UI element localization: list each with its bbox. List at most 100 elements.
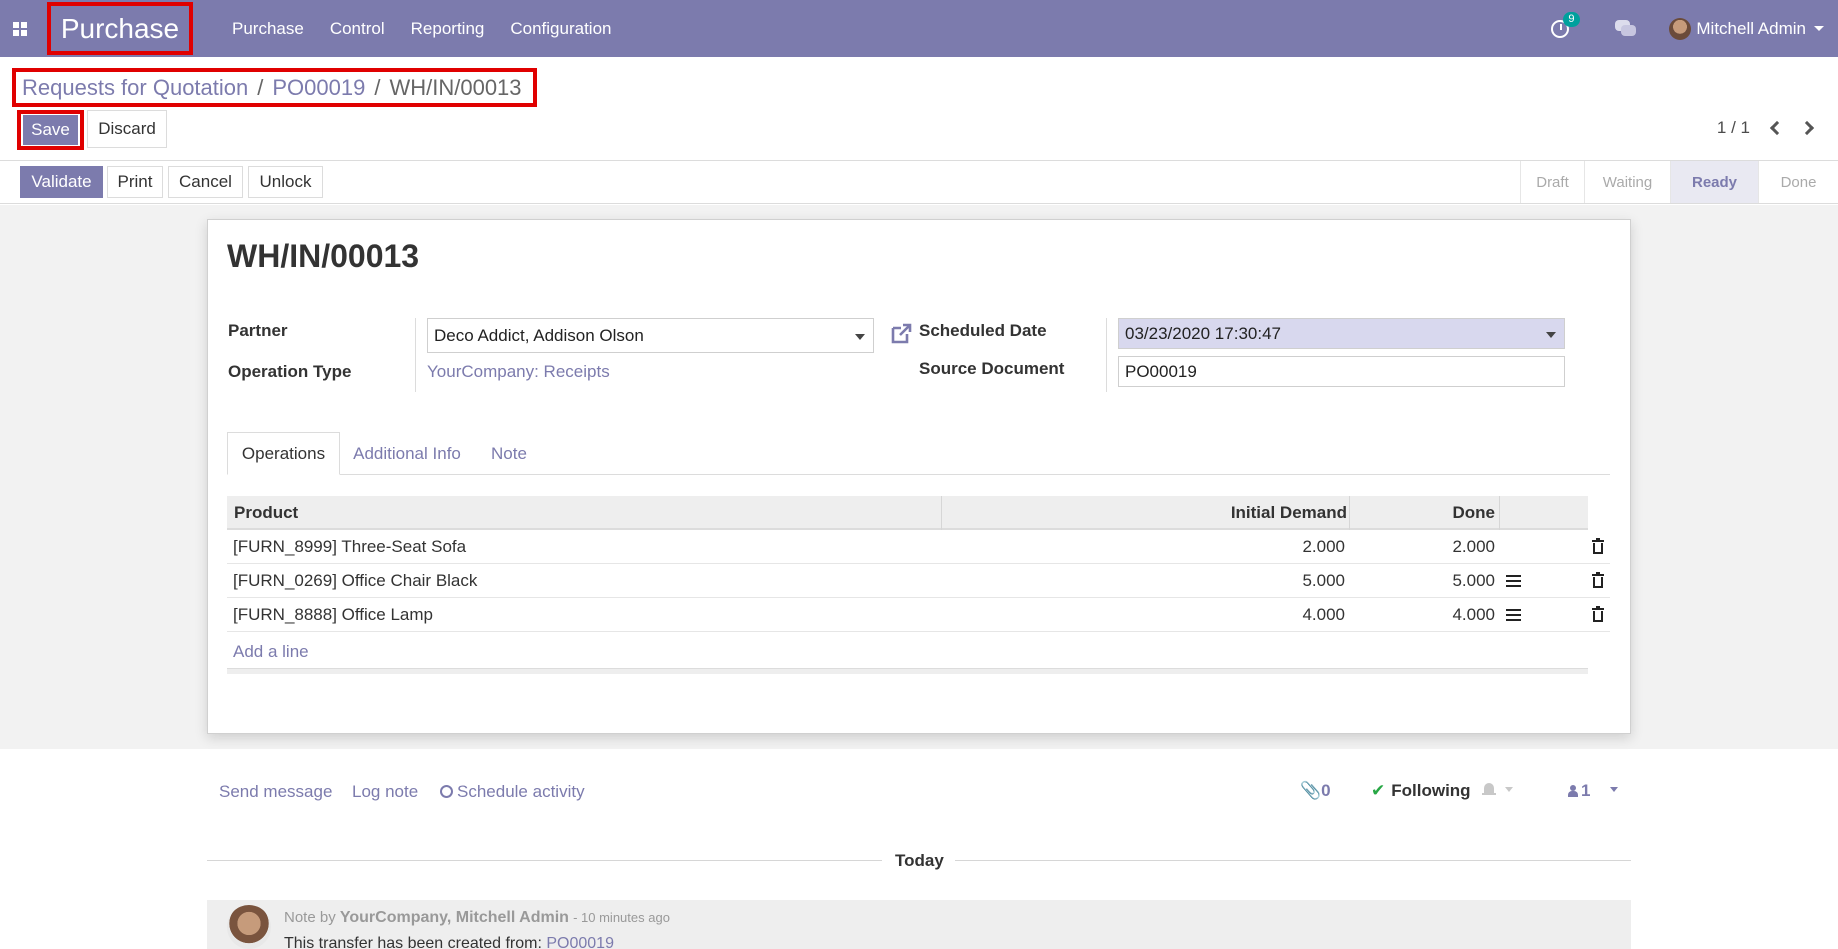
chevron-down-icon[interactable] <box>1610 787 1618 792</box>
row-initial-demand: 2.000 <box>1302 537 1345 556</box>
send-message-button[interactable]: Send message <box>219 782 332 802</box>
avatar <box>1669 17 1692 40</box>
breadcrumb-current: WH/IN/00013 <box>389 74 522 100</box>
message-header: Note by YourCompany, Mitchell Admin - 10… <box>284 909 670 927</box>
operations-table: Product Initial Demand Done [FURN_8999] … <box>227 496 1610 632</box>
source-document-input[interactable]: PO00019 <box>1118 356 1565 387</box>
caret-down-icon <box>855 333 865 340</box>
menu-configuration[interactable]: Configuration <box>510 19 611 39</box>
stage-draft[interactable]: Draft <box>1520 161 1584 203</box>
divider <box>1106 318 1107 392</box>
divider <box>955 860 1631 861</box>
breadcrumb-rfq[interactable]: Requests for Quotation <box>22 75 248 101</box>
schedule-activity-button[interactable]: Schedule activity <box>440 782 585 802</box>
table-row[interactable]: [FURN_8999] Three-Seat Sofa 2.000 2.000 <box>227 530 1610 564</box>
detailed-operations-icon[interactable] <box>1506 609 1521 621</box>
validate-button[interactable]: Validate <box>20 166 103 198</box>
apps-menu-icon[interactable] <box>0 0 40 57</box>
menu-reporting[interactable]: Reporting <box>411 19 485 39</box>
stage-done[interactable]: Done <box>1758 161 1838 203</box>
message-text: This transfer has been created from: <box>284 935 542 949</box>
message-prefix: Note by <box>284 909 336 926</box>
user-menu[interactable]: Mitchell Admin <box>1669 17 1824 40</box>
source-document-label: Source Document <box>919 359 1065 378</box>
detailed-operations-icon[interactable] <box>1506 575 1521 587</box>
app-brand[interactable]: Purchase <box>47 2 193 55</box>
avatar[interactable] <box>227 905 271 949</box>
check-icon: ✔ <box>1371 781 1386 800</box>
breadcrumb: Requests for Quotation / PO00019 / WH/IN… <box>12 68 537 107</box>
page-title: WH/IN/00013 <box>227 238 420 274</box>
cancel-button[interactable]: Cancel <box>168 166 243 198</box>
column-done[interactable]: Done <box>1349 496 1496 530</box>
discard-button[interactable]: Discard <box>87 110 167 148</box>
trash-icon[interactable] <box>1592 572 1604 588</box>
log-note-button[interactable]: Log note <box>352 782 418 802</box>
divider <box>1499 496 1500 530</box>
table-footer <box>227 668 1588 674</box>
activity-clock-icon[interactable]: 9 <box>1551 11 1580 40</box>
date-separator: Today <box>895 851 944 870</box>
unlock-button[interactable]: Unlock <box>248 166 323 198</box>
operation-type-label: Operation Type <box>228 362 352 381</box>
user-icon <box>1568 785 1578 797</box>
message-source-link[interactable]: PO00019 <box>546 935 614 949</box>
row-done: 5.000 <box>1452 571 1495 590</box>
scheduled-date-label: Scheduled Date <box>919 321 1047 340</box>
activity-badge: 9 <box>1563 11 1580 27</box>
partner-label: Partner <box>228 321 288 340</box>
scheduled-date-value: 03/23/2020 17:30:47 <box>1125 323 1281 343</box>
row-initial-demand: 5.000 <box>1302 571 1345 590</box>
trash-icon[interactable] <box>1592 538 1604 554</box>
user-name: Mitchell Admin <box>1696 18 1806 38</box>
partner-select[interactable]: Deco Addict, Addison Olson <box>427 318 874 353</box>
add-line-link[interactable]: Add a line <box>233 642 309 662</box>
scheduled-date-field[interactable]: 03/23/2020 17:30:47 <box>1118 318 1565 349</box>
chevron-down-icon[interactable] <box>1505 787 1513 792</box>
bell-icon[interactable] <box>1482 783 1496 797</box>
pager-value[interactable]: 1 / 1 <box>1717 118 1750 138</box>
menu-purchase[interactable]: Purchase <box>232 19 304 39</box>
message-author[interactable]: YourCompany, Mitchell Admin <box>340 909 569 926</box>
chevron-right-icon[interactable] <box>1799 119 1820 139</box>
trash-icon[interactable] <box>1592 606 1604 622</box>
tab-note[interactable]: Note <box>474 432 544 475</box>
message-time: - 10 minutes ago <box>573 910 670 925</box>
table-row[interactable]: [FURN_0269] Office Chair Black 5.000 5.0… <box>227 564 1610 598</box>
tab-additional-info[interactable]: Additional Info <box>340 432 474 475</box>
paperclip-icon: 📎 <box>1300 781 1322 800</box>
stage-pipeline: Draft Waiting Ready Done <box>1520 161 1838 203</box>
clock-icon <box>440 785 453 798</box>
row-initial-demand: 4.000 <box>1302 605 1345 624</box>
stage-ready[interactable]: Ready <box>1670 161 1758 203</box>
menu-control[interactable]: Control <box>330 19 385 39</box>
top-navbar: Purchase Purchase Control Reporting Conf… <box>0 0 1838 57</box>
table-row[interactable]: [FURN_8888] Office Lamp 4.000 4.000 <box>227 598 1610 632</box>
navbar-systray: 9 Mitchell Admin <box>1551 0 1838 57</box>
column-initial-demand[interactable]: Initial Demand <box>941 496 1347 530</box>
external-link-icon[interactable] <box>889 322 913 346</box>
operation-type-link[interactable]: YourCompany: Receipts <box>427 362 610 382</box>
row-product: [FURN_0269] Office Chair Black <box>233 571 478 590</box>
column-product[interactable]: Product <box>234 496 298 530</box>
main-menu: Purchase Control Reporting Configuration <box>232 0 637 57</box>
chevron-left-icon[interactable] <box>1766 119 1786 139</box>
stage-waiting[interactable]: Waiting <box>1584 161 1670 203</box>
save-button[interactable]: Save <box>17 110 84 150</box>
following-label: Following <box>1391 781 1471 800</box>
row-product: [FURN_8999] Three-Seat Sofa <box>233 537 467 556</box>
partner-value: Deco Addict, Addison Olson <box>434 325 644 345</box>
form-sheet <box>207 219 1631 734</box>
tab-operations[interactable]: Operations <box>227 432 340 475</box>
chat-icon[interactable] <box>1615 19 1637 38</box>
print-button[interactable]: Print <box>107 166 163 198</box>
message-body: This transfer has been created from: PO0… <box>284 935 614 949</box>
row-done: 2.000 <box>1452 537 1495 556</box>
following-button[interactable]: ✔ Following <box>1371 781 1471 801</box>
followers-count: 1 <box>1581 781 1591 800</box>
followers-button[interactable]: 1 <box>1568 781 1590 801</box>
breadcrumb-po[interactable]: PO00019 <box>272 75 365 101</box>
status-bar: Validate Print Cancel Unlock Draft Waiti… <box>0 161 1838 204</box>
chevron-down-icon <box>1814 26 1824 31</box>
attachments-button[interactable]: 📎0 <box>1300 781 1331 801</box>
